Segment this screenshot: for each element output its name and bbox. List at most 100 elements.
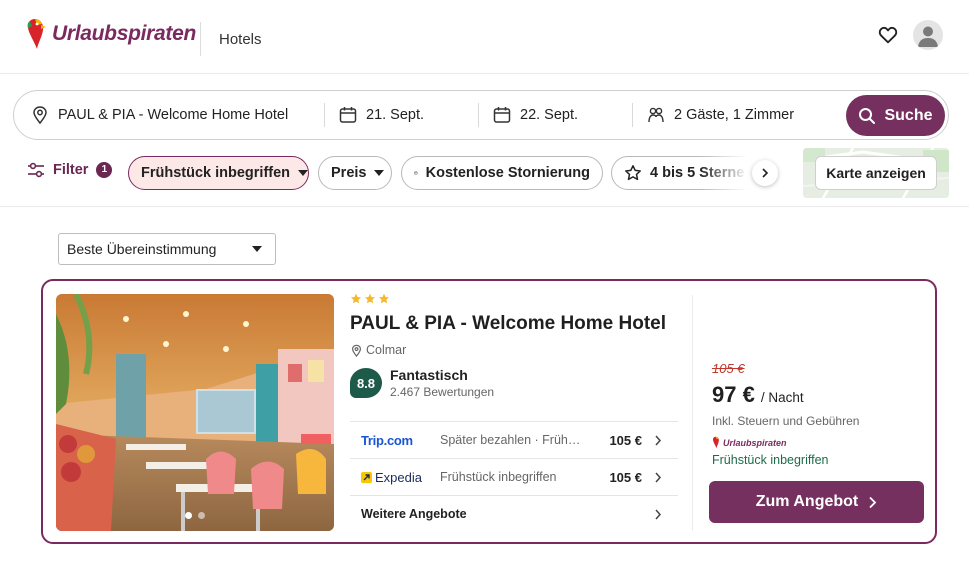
included-note: Frühstück inbegriffen	[712, 453, 829, 467]
more-offers-label: Weitere Angebote	[361, 507, 467, 521]
hotel-name[interactable]: PAUL & PIA - Welcome Home Hotel	[350, 313, 680, 335]
star-icon	[351, 293, 361, 304]
search-separator	[324, 103, 325, 127]
offer-price: 105 €	[609, 432, 642, 448]
photo-dot[interactable]	[198, 512, 205, 519]
header-divider	[200, 22, 201, 56]
logo[interactable]: Urlaubspiraten	[26, 14, 196, 54]
search-separator	[632, 103, 633, 127]
destination-value: PAUL & PIA - Welcome Home Hotel	[58, 107, 289, 123]
tax-note: Inkl. Steuern und Gebühren	[712, 414, 860, 428]
search-button[interactable]: Suche	[846, 95, 945, 136]
provider-trip-logo: Trip.com	[361, 432, 413, 448]
caret-down-icon	[252, 246, 262, 252]
filter-count-badge: 1	[96, 162, 113, 178]
chip-label: Kostenlose Stornierung	[425, 165, 590, 181]
star-icon	[379, 293, 389, 304]
rating-word: Fantastisch	[390, 367, 468, 383]
search-bar: PAUL & PIA - Welcome Home Hotel 21. Sept…	[13, 90, 949, 140]
rating-block: 8.8 Fantastisch 2.467 Bewertungen	[350, 367, 680, 399]
provider-expedia-logo: Expedia	[350, 470, 440, 485]
guests-value: 2 Gäste, 1 Zimmer	[674, 107, 795, 123]
expedia-arrow-icon	[361, 471, 372, 483]
partner-logo: Urlaubspiraten	[712, 436, 927, 449]
hotel-info: PAUL & PIA - Welcome Home Hotel Colmar 8…	[350, 293, 680, 399]
destination-field[interactable]: PAUL & PIA - Welcome Home Hotel	[30, 91, 320, 139]
price-box: 105 € 97 € / Nacht Inkl. Steuern und Geb…	[712, 361, 927, 467]
chevron-right-icon	[655, 435, 662, 446]
search-separator	[478, 103, 479, 127]
brand-name: Urlaubspiraten	[52, 22, 196, 45]
current-price: 97 € / Nacht	[712, 382, 927, 408]
more-offers-row[interactable]: Weitere Angebote	[350, 495, 678, 532]
caret-down-icon	[298, 170, 308, 176]
offer-description: Später bezahlen · Frühstück inbegriffen	[440, 433, 586, 447]
user-icon	[918, 26, 938, 47]
offer-list: Trip.com Später bezahlen · Frühstück inb…	[350, 421, 678, 532]
hotel-location: Colmar	[350, 343, 680, 357]
chip-label: Preis	[331, 165, 367, 181]
location-pin-icon	[351, 344, 362, 357]
star-rating	[350, 293, 680, 307]
offer-price: 105 €	[609, 469, 642, 485]
price-unit: / Nacht	[760, 390, 804, 405]
avatar[interactable]	[913, 20, 943, 50]
guests-icon	[648, 107, 664, 123]
chevron-right-icon	[655, 472, 662, 483]
cta-label: Zum Angebot	[755, 493, 859, 510]
chevron-right-icon	[762, 168, 769, 178]
hotel-card[interactable]: PAUL & PIA - Welcome Home Hotel Colmar 8…	[41, 279, 937, 544]
filter-bar: Filter 1 Frühstück inbegriffen Preis Kos…	[0, 148, 969, 203]
card-divider	[692, 295, 693, 531]
heart-icon[interactable]	[877, 24, 899, 46]
sort-value: Beste Übereinstimmung	[67, 241, 217, 257]
star-icon	[365, 293, 375, 304]
photo-pagination	[56, 512, 334, 519]
parrot-logo-icon	[712, 436, 719, 449]
offer-row-trip[interactable]: Trip.com Später bezahlen · Frühstück inb…	[350, 421, 678, 458]
parrot-logo-icon	[27, 19, 46, 49]
sliders-icon	[28, 162, 44, 178]
review-count: 2.467 Bewertungen	[390, 385, 495, 399]
chip-label: Frühstück inbegriffen	[141, 165, 291, 181]
chip-free-cancellation[interactable]: Kostenlose Stornierung	[401, 156, 603, 190]
calendar-icon	[493, 107, 511, 123]
rating-score-badge: 8.8	[350, 368, 382, 398]
offer-description: Frühstück inbegriffen	[440, 470, 557, 484]
header: Urlaubspiraten Hotels	[0, 0, 969, 74]
checkout-value: 22. Sept.	[520, 107, 579, 123]
photo-dot[interactable]	[185, 512, 192, 519]
chevron-right-icon	[869, 496, 877, 508]
chip-scroll-next-button[interactable]	[752, 160, 778, 186]
nav-hotels[interactable]: Hotels	[219, 31, 262, 48]
hotel-lobby-image	[56, 294, 334, 531]
chevron-right-icon	[655, 509, 662, 520]
checkin-value: 21. Sept.	[366, 107, 425, 123]
rating-text: Fantastisch 2.467 Bewertungen	[390, 367, 494, 399]
location-pin-icon	[33, 106, 47, 125]
checkout-field[interactable]: 22. Sept.	[492, 91, 632, 139]
offer-row-expedia[interactable]: Expedia Frühstück inbegriffen 105 €	[350, 458, 678, 495]
chip-breakfast[interactable]: Frühstück inbegriffen	[128, 156, 309, 190]
chip-price[interactable]: Preis	[318, 156, 392, 190]
price-amount: 97 €	[712, 382, 755, 407]
filter-label: Filter	[53, 162, 89, 178]
partner-name: Urlaubspiraten	[723, 437, 787, 448]
hotel-photo[interactable]	[56, 294, 334, 531]
search-icon	[859, 107, 876, 124]
section-divider	[0, 206, 969, 207]
location-text: Colmar	[366, 343, 407, 357]
search-button-label: Suche	[884, 106, 933, 124]
sort-select[interactable]: Beste Übereinstimmung	[58, 233, 276, 265]
filter-button[interactable]: Filter 1	[27, 162, 113, 178]
calendar-check-icon	[414, 171, 418, 175]
star-icon	[625, 165, 641, 181]
calendar-icon	[339, 107, 357, 123]
show-map-button[interactable]: Karte anzeigen	[815, 156, 937, 190]
to-offer-button[interactable]: Zum Angebot	[709, 481, 924, 523]
caret-down-icon	[374, 170, 385, 176]
old-price: 105 €	[712, 361, 745, 376]
provider-name: Expedia	[375, 469, 422, 485]
guests-field[interactable]: 2 Gäste, 1 Zimmer	[646, 91, 836, 139]
checkin-field[interactable]: 21. Sept.	[338, 91, 478, 139]
